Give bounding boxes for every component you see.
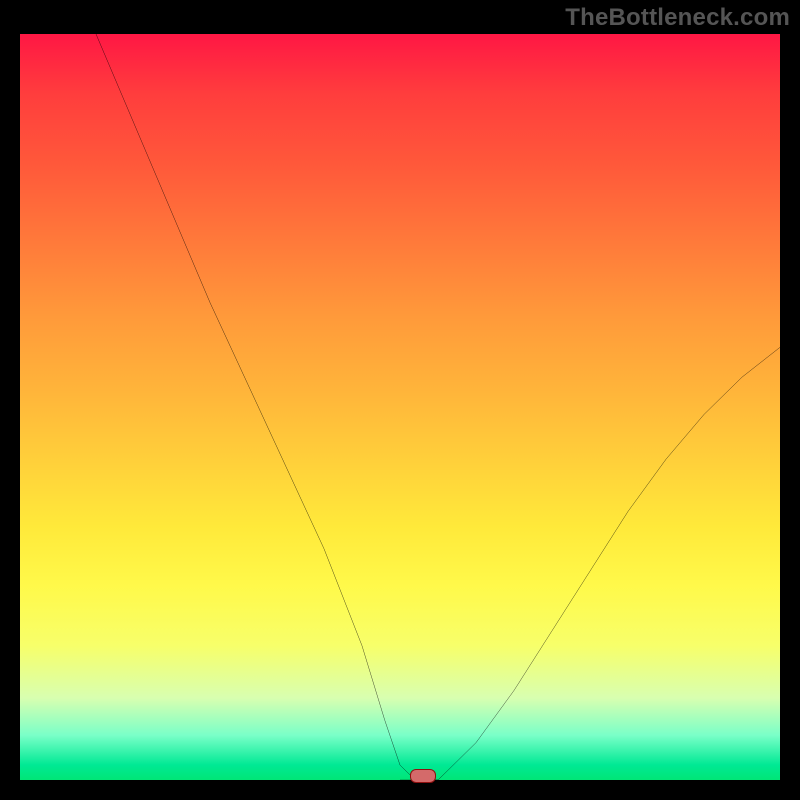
- chart-frame: TheBottleneck.com: [0, 0, 800, 800]
- watermark-text: TheBottleneck.com: [565, 4, 790, 32]
- bottleneck-curve: [20, 34, 780, 780]
- bottleneck-marker: [410, 769, 436, 783]
- plot-area: [20, 34, 780, 780]
